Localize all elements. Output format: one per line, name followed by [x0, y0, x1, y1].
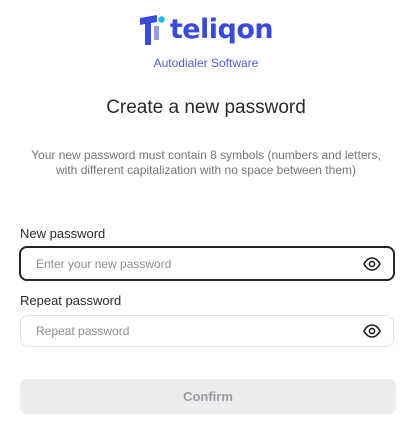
- new-password-input[interactable]: [36, 248, 346, 279]
- page-title: Create a new password: [106, 97, 306, 118]
- repeat-password-label: Repeat password: [20, 293, 122, 308]
- brand-tagline: Autodialer Software: [153, 56, 259, 70]
- brand-logo: teliqon: [0, 14, 412, 46]
- confirm-button[interactable]: Confirm: [20, 379, 396, 414]
- repeat-password-field[interactable]: [20, 315, 394, 347]
- logo-wordmark: teliqon: [169, 14, 274, 45]
- teliqon-logo-icon: [139, 15, 165, 45]
- new-password-label: New password: [20, 226, 106, 241]
- password-requirements-text: Your new password must contain 8 symbols…: [31, 148, 381, 177]
- new-password-field[interactable]: [19, 246, 395, 281]
- eye-icon[interactable]: [363, 324, 381, 338]
- eye-icon[interactable]: [363, 256, 381, 271]
- repeat-password-input[interactable]: [36, 316, 346, 346]
